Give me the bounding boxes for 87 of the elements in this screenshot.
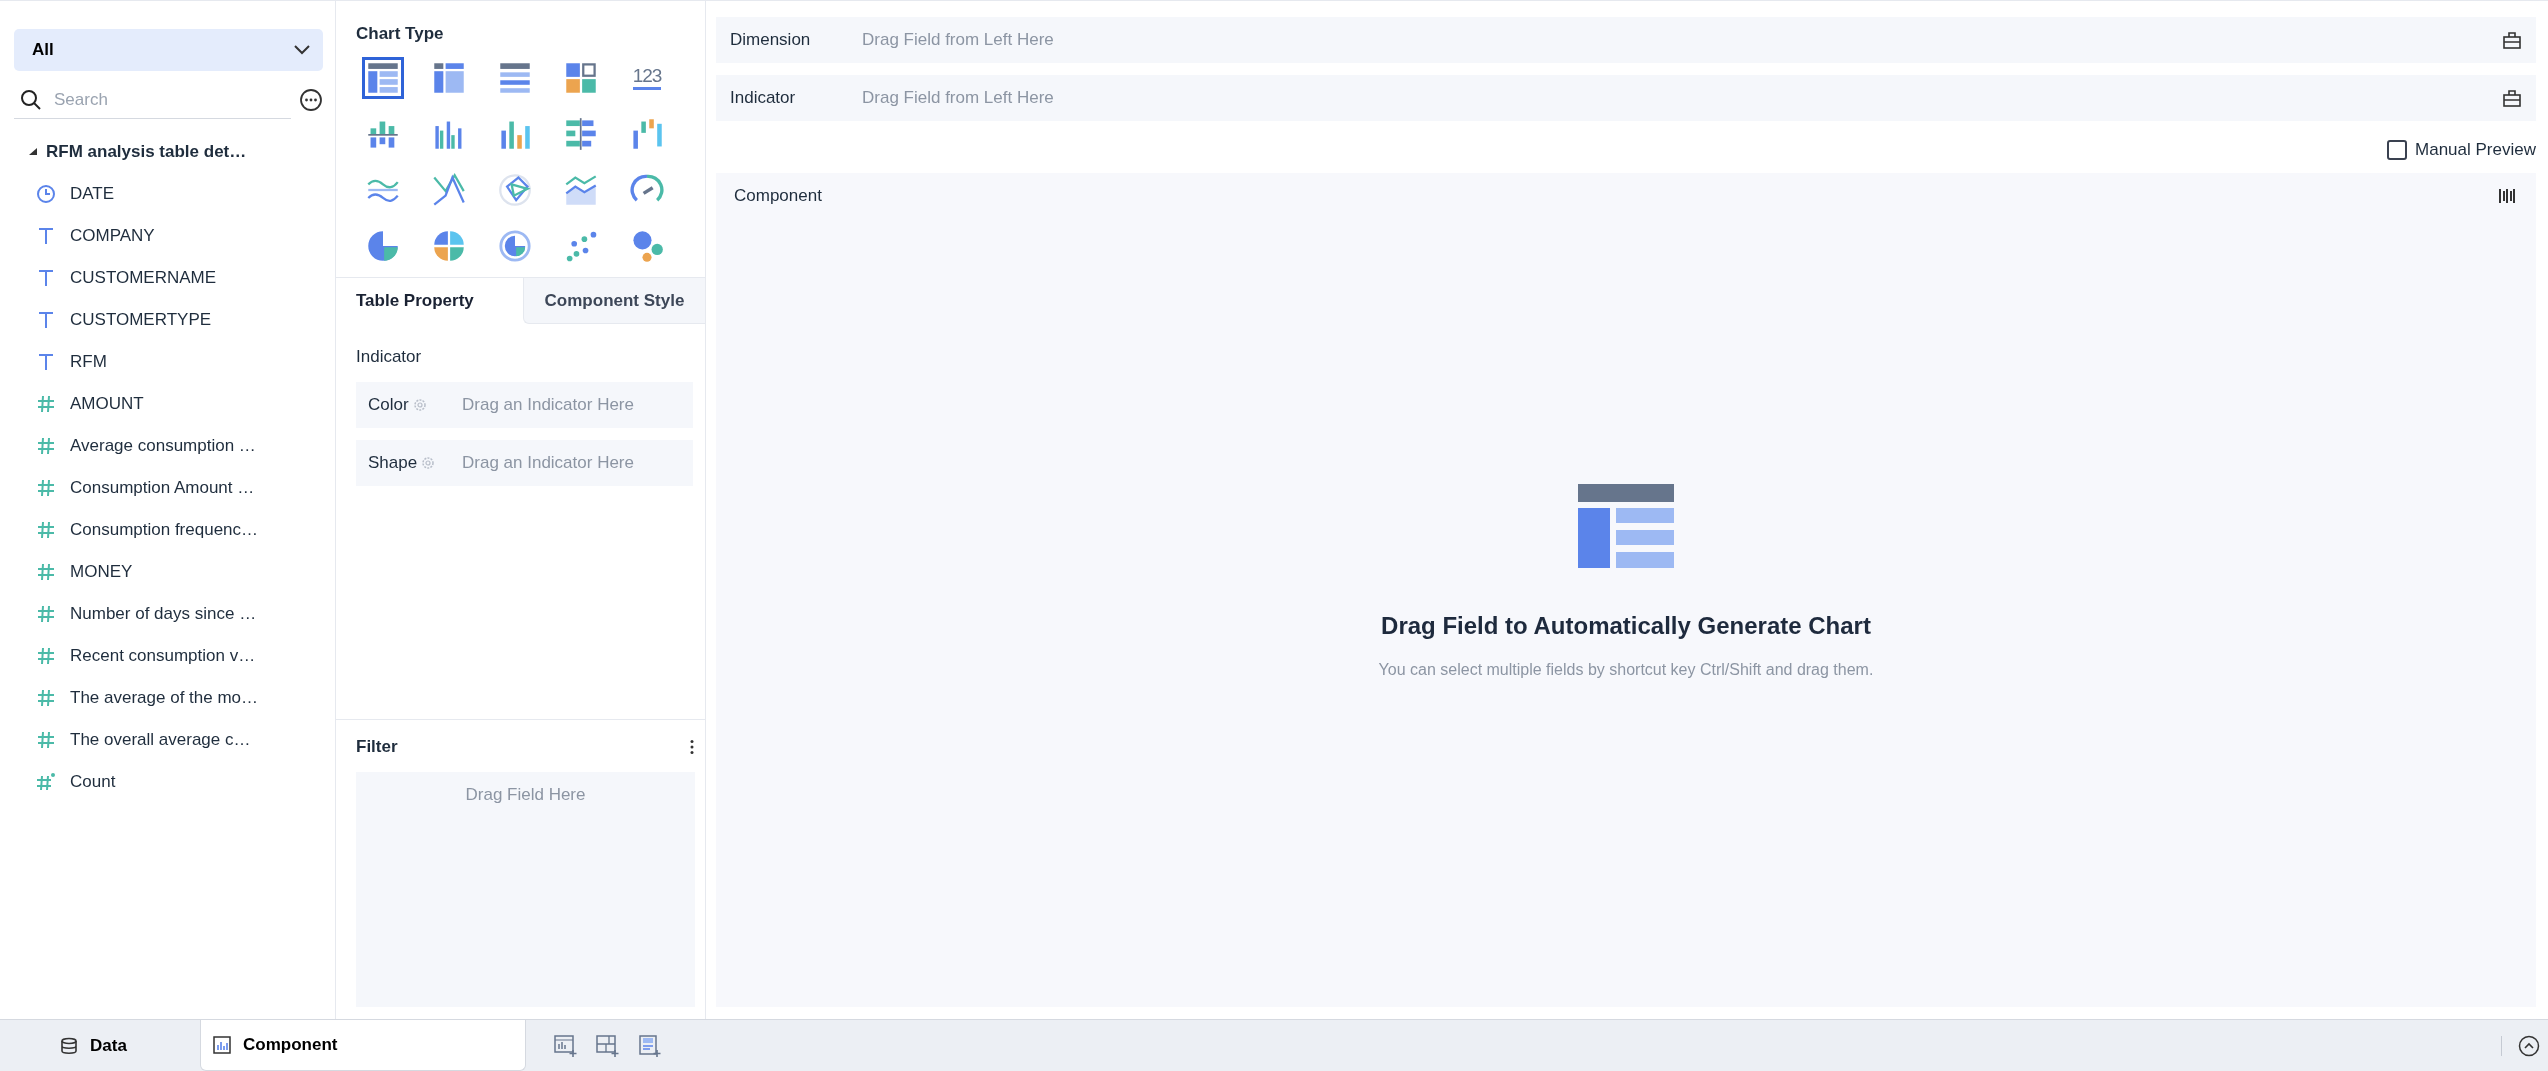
number-type-icon: [36, 645, 56, 666]
field-item[interactable]: Recent consumption v…: [70, 642, 256, 669]
number-type-icon: [36, 687, 56, 708]
detail-chart-icon: [498, 60, 532, 95]
toolbox-icon[interactable]: [2502, 89, 2522, 107]
collapse-up-icon[interactable]: [2518, 1034, 2540, 1057]
placeholder-text: Drag Field Here: [465, 784, 586, 804]
number-type-icon: [36, 603, 56, 624]
field-item[interactable]: Consumption frequenc…: [70, 516, 259, 543]
add-layout-icon[interactable]: [596, 1033, 620, 1058]
dropdown[interactable]: All: [14, 29, 323, 71]
field-item[interactable]: Average consumption …: [70, 432, 256, 459]
drop-zone[interactable]: Shape Drag an Indicator Here: [356, 439, 693, 486]
field-item[interactable]: CUSTOMERTYPE: [70, 306, 212, 333]
add-chart-icon[interactable]: [554, 1033, 578, 1058]
collapse-triangle-icon[interactable]: [28, 146, 38, 157]
empty-state-hint: You can select multiple fields by shortcut key Ctrl/Shift and drag them.: [1378, 660, 1874, 680]
field-item[interactable]: RFM: [70, 348, 107, 375]
barcode-icon[interactable]: [2498, 187, 2518, 205]
toolbox-icon[interactable]: [2502, 31, 2522, 49]
shelf-label: Dimension: [730, 29, 812, 52]
tab[interactable]: Component Style: [523, 277, 705, 324]
placeholder-text: Drag an Indicator Here: [462, 451, 634, 474]
number-type-icon: [36, 435, 56, 456]
pie-chart-icon: [366, 228, 400, 263]
number-type-icon: [36, 477, 56, 498]
number-type-icon: [36, 519, 56, 540]
placeholder-text: Drag Field from Left Here: [862, 29, 1055, 52]
field-item[interactable]: CUSTOMERNAME: [70, 264, 217, 291]
number-label: 123: [632, 65, 662, 90]
radar-chart-icon: [498, 172, 532, 207]
field-item[interactable]: DATE: [70, 180, 115, 207]
field-item[interactable]: Consumption Amount …: [70, 474, 255, 501]
tiles-chart-icon: [564, 60, 598, 95]
field-item[interactable]: The average of the mo…: [70, 684, 259, 711]
text-type-icon: [36, 309, 56, 330]
text-type-icon: [36, 351, 56, 372]
add-text-icon[interactable]: [638, 1033, 662, 1058]
section-label: Indicator: [356, 346, 423, 368]
placeholder-text: Drag Field from Left Here: [862, 87, 1055, 110]
more-icon[interactable]: [299, 88, 323, 112]
slot-label: Shape: [368, 451, 418, 474]
checkbox[interactable]: [2387, 140, 2408, 160]
crosstab-chart-icon: [432, 60, 466, 95]
database-icon: [60, 1036, 78, 1055]
text-type-icon: [36, 267, 56, 288]
field-item[interactable]: Count: [70, 768, 116, 795]
cross-lines-chart-icon: [432, 172, 466, 207]
empty-state-title: Drag Field to Automatically Generate Chart: [1381, 611, 1871, 641]
clock-icon: [36, 183, 56, 204]
slot-label: Color: [368, 393, 409, 416]
drop-zone[interactable]: Color Drag an Indicator Here: [356, 381, 693, 428]
field-item[interactable]: The overall average c…: [70, 726, 251, 753]
chevron-down-icon: [293, 44, 311, 56]
table-illustration-icon: [1578, 484, 1674, 568]
field-item[interactable]: AMOUNT: [70, 390, 144, 417]
section-title: Filter: [356, 736, 398, 758]
more-vertical-icon[interactable]: [689, 738, 695, 755]
ring-chart-icon: [498, 228, 532, 263]
drop-zone[interactable]: Indicator Drag Field from Left Here: [716, 75, 2536, 121]
drop-zone[interactable]: Dimension Drag Field from Left Here: [716, 17, 2536, 63]
number-type-icon: [36, 561, 56, 582]
number-type-icon: [36, 393, 56, 414]
tree-folder[interactable]: RFM analysis table det…: [46, 139, 247, 165]
tab[interactable]: Data: [0, 1020, 200, 1071]
shelf-label: Indicator: [730, 87, 797, 110]
calculated-number-icon: [36, 771, 56, 792]
text-type-icon: [36, 225, 56, 246]
placeholder-text: Drag an Indicator Here: [462, 393, 634, 416]
hbars-chart-icon: [564, 116, 598, 151]
waterfall-chart-icon: [630, 116, 664, 151]
field-item[interactable]: COMPANY: [70, 222, 155, 249]
search-icon: [20, 88, 42, 111]
number-type-icon: [36, 729, 56, 750]
chart-icon: [213, 1036, 231, 1054]
quad-pie-chart-icon: [432, 228, 466, 263]
chart-type-option[interactable]: 123: [626, 56, 668, 99]
field-item[interactable]: MONEY: [70, 558, 133, 585]
chart-type-option[interactable]: [362, 56, 404, 99]
field-item[interactable]: Number of days since …: [70, 600, 257, 627]
panel-title: Component: [734, 185, 822, 208]
table-chart-icon: [366, 60, 400, 95]
section-title: Chart Type: [355, 23, 445, 45]
bubble-chart-icon: [630, 228, 664, 263]
checkbox-label[interactable]: Manual Preview: [2415, 137, 2536, 163]
tab[interactable]: Component: [200, 1020, 526, 1071]
search-field[interactable]: Search: [52, 85, 242, 114]
